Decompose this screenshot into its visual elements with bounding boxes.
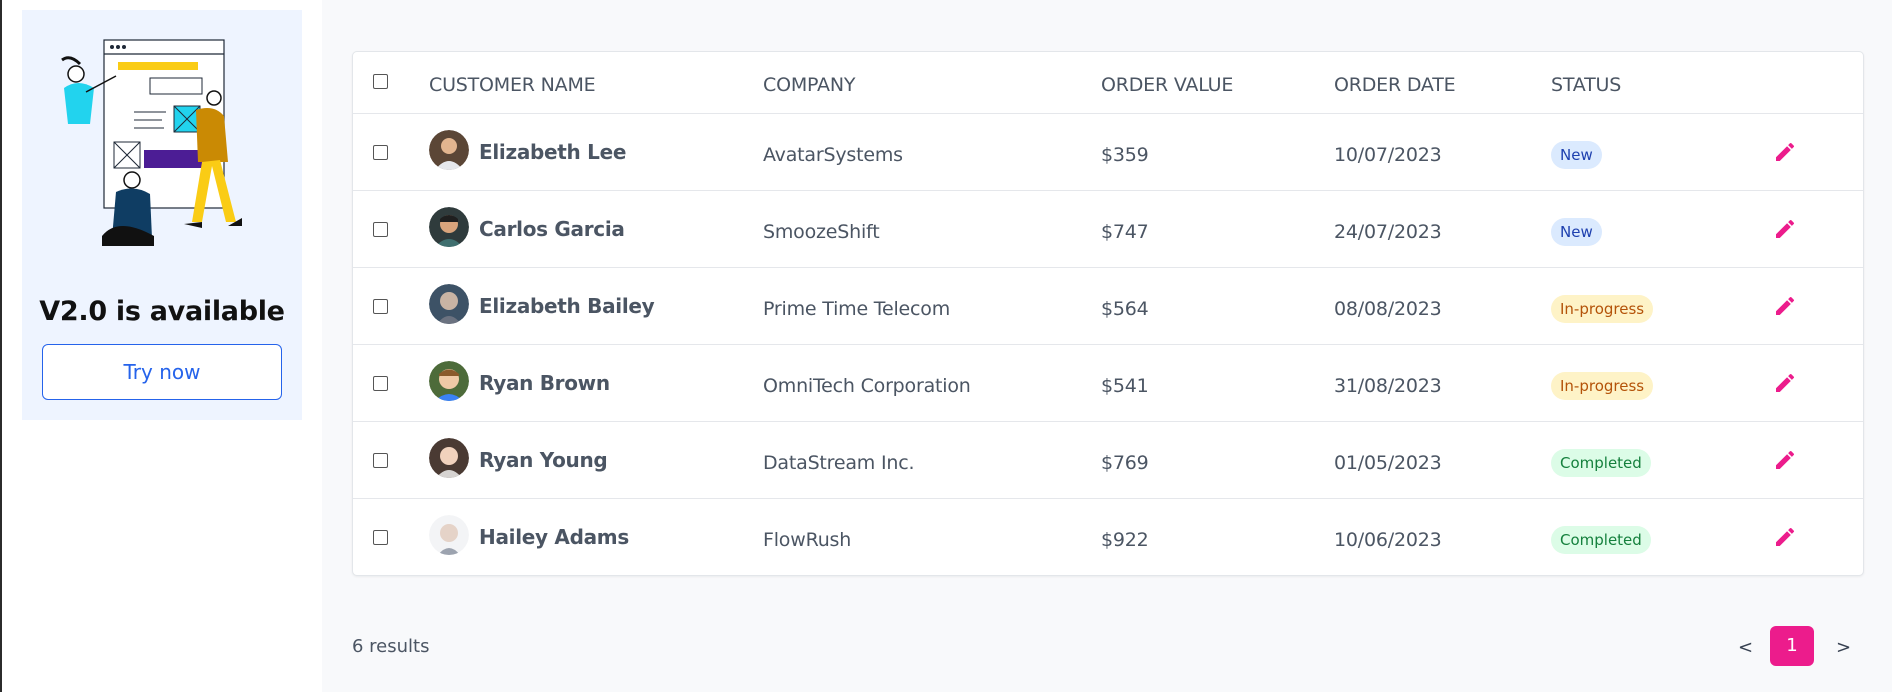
header-status[interactable]: STATUS bbox=[1551, 74, 1621, 96]
customer-name: Carlos Garcia bbox=[479, 217, 625, 241]
row-checkbox[interactable] bbox=[373, 376, 388, 391]
header-order-date[interactable]: ORDER DATE bbox=[1334, 74, 1456, 96]
order-date-cell: 31/08/2023 bbox=[1334, 375, 1442, 397]
promo-title: V2.0 is available bbox=[39, 296, 285, 327]
order-date-cell: 01/05/2023 bbox=[1334, 452, 1442, 474]
avatar bbox=[429, 438, 469, 478]
order-value-cell: $564 bbox=[1101, 298, 1149, 320]
customer-name: Hailey Adams bbox=[479, 525, 629, 549]
pagination-prev-button[interactable]: < bbox=[1738, 637, 1753, 658]
header-company[interactable]: COMPANY bbox=[763, 74, 855, 96]
order-date-cell: 10/07/2023 bbox=[1334, 144, 1442, 166]
company-cell: SmoozeShift bbox=[763, 221, 880, 243]
select-all-checkbox[interactable] bbox=[373, 74, 388, 89]
order-date-cell: 24/07/2023 bbox=[1334, 221, 1442, 243]
customer-name: Ryan Brown bbox=[479, 371, 610, 395]
results-count: 6 results bbox=[352, 636, 430, 657]
pencil-icon[interactable] bbox=[1773, 448, 1797, 472]
company-cell: OmniTech Corporation bbox=[763, 375, 971, 397]
order-value-cell: $359 bbox=[1101, 144, 1149, 166]
order-value-cell: $922 bbox=[1101, 529, 1149, 551]
company-cell: Prime Time Telecom bbox=[763, 298, 951, 320]
status-badge: In-progress bbox=[1551, 372, 1654, 400]
header-customer-name[interactable]: CUSTOMER NAME bbox=[429, 74, 596, 96]
pencil-icon[interactable] bbox=[1773, 525, 1797, 549]
order-value-cell: $747 bbox=[1101, 221, 1149, 243]
pencil-icon[interactable] bbox=[1773, 294, 1797, 318]
row-checkbox[interactable] bbox=[373, 222, 388, 237]
table-row[interactable]: Elizabeth Lee AvatarSystems $359 10/07/2… bbox=[353, 114, 1863, 191]
status-badge: Completed bbox=[1551, 526, 1651, 554]
company-cell: AvatarSystems bbox=[763, 144, 903, 166]
table-row[interactable]: Ryan Brown OmniTech Corporation $541 31/… bbox=[353, 345, 1863, 422]
pagination-page-button[interactable]: 1 bbox=[1770, 626, 1814, 666]
row-checkbox[interactable] bbox=[373, 530, 388, 545]
avatar bbox=[429, 207, 469, 247]
team-illustration bbox=[61, 39, 242, 246]
table-row[interactable]: Ryan Young DataStream Inc. $769 01/05/20… bbox=[353, 422, 1863, 499]
order-value-cell: $541 bbox=[1101, 375, 1149, 397]
status-badge: New bbox=[1551, 218, 1602, 246]
row-checkbox[interactable] bbox=[373, 145, 388, 160]
row-checkbox[interactable] bbox=[373, 299, 388, 314]
table-row[interactable]: Hailey Adams FlowRush $922 10/06/2023 Co… bbox=[353, 499, 1863, 576]
customer-name: Elizabeth Bailey bbox=[479, 294, 655, 318]
status-badge: Completed bbox=[1551, 449, 1651, 477]
order-date-cell: 08/08/2023 bbox=[1334, 298, 1442, 320]
main-content: CUSTOMER NAME COMPANY ORDER VALUE ORDER … bbox=[322, 0, 1892, 692]
table-row[interactable]: Elizabeth Bailey Prime Time Telecom $564… bbox=[353, 268, 1863, 345]
pencil-icon[interactable] bbox=[1773, 371, 1797, 395]
sidebar: V2.0 is available Try now bbox=[2, 0, 322, 692]
pagination-next-button[interactable]: > bbox=[1836, 637, 1851, 658]
customer-name: Ryan Young bbox=[479, 448, 608, 472]
avatar bbox=[429, 284, 469, 324]
header-order-value[interactable]: ORDER VALUE bbox=[1101, 74, 1233, 96]
row-checkbox[interactable] bbox=[373, 453, 388, 468]
avatar bbox=[429, 515, 469, 555]
orders-table: CUSTOMER NAME COMPANY ORDER VALUE ORDER … bbox=[352, 51, 1864, 576]
order-date-cell: 10/06/2023 bbox=[1334, 529, 1442, 551]
try-now-button[interactable]: Try now bbox=[42, 344, 282, 400]
company-cell: FlowRush bbox=[763, 529, 852, 551]
company-cell: DataStream Inc. bbox=[763, 452, 915, 474]
avatar bbox=[429, 130, 469, 170]
table-header: CUSTOMER NAME COMPANY ORDER VALUE ORDER … bbox=[353, 52, 1863, 114]
pencil-icon[interactable] bbox=[1773, 140, 1797, 164]
pencil-icon[interactable] bbox=[1773, 217, 1797, 241]
order-value-cell: $769 bbox=[1101, 452, 1149, 474]
status-badge: New bbox=[1551, 141, 1602, 169]
customer-name: Elizabeth Lee bbox=[479, 140, 627, 164]
avatar bbox=[429, 361, 469, 401]
table-row[interactable]: Carlos Garcia SmoozeShift $747 24/07/202… bbox=[353, 191, 1863, 268]
status-badge: In-progress bbox=[1551, 295, 1654, 323]
promo-card: V2.0 is available Try now bbox=[22, 10, 302, 420]
